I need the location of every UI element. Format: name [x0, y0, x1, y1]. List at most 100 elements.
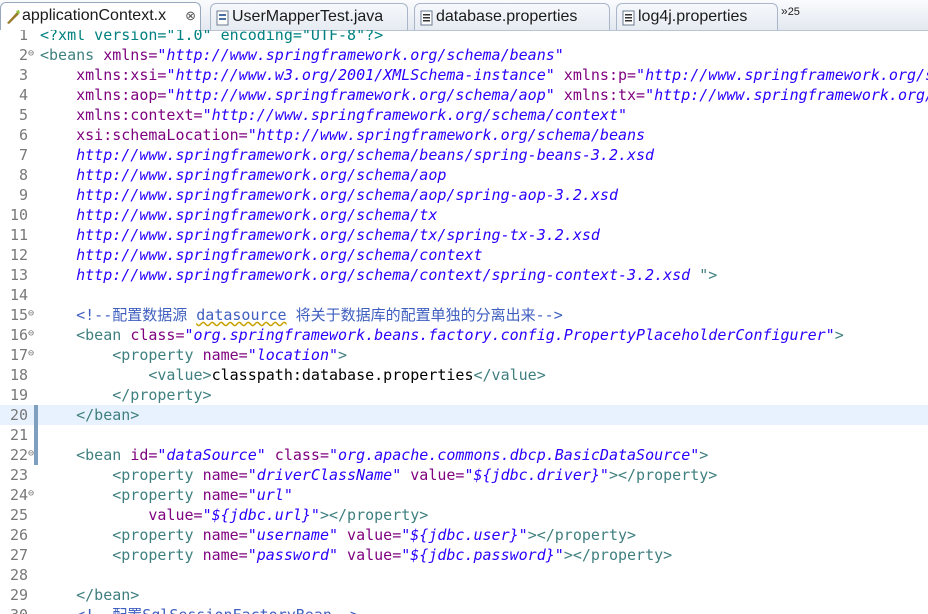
code-line[interactable]: 29 </bean>: [0, 585, 928, 605]
code-line[interactable]: 1 <?xml version="1.0" encoding="UTF-8"?>: [0, 30, 928, 45]
java-file-icon: [216, 10, 229, 26]
code-line[interactable]: 8 http://www.springframework.org/schema/…: [0, 165, 928, 185]
fold-collapse-icon[interactable]: ⊖: [28, 329, 34, 339]
code-token: http://www.springframework.org/schema/tx: [40, 206, 438, 224]
code-line[interactable]: 28: [0, 565, 928, 585]
code-line[interactable]: 6 xsi:schemaLocation="http://www.springf…: [0, 125, 928, 145]
code-line[interactable]: 14: [0, 285, 928, 305]
code-token: name=: [202, 346, 248, 364]
code-line[interactable]: 13 http://www.springframework.org/schema…: [0, 265, 928, 285]
code-line[interactable]: 16 ⊖ <bean class="org.springframework.bea…: [0, 325, 928, 345]
line-number: 3: [18, 66, 28, 84]
fold-collapse-icon[interactable]: ⊖: [28, 489, 34, 499]
hidden-tab-count: 25: [787, 6, 800, 18]
line-number: 26: [9, 526, 28, 544]
code-line[interactable]: 7 http://www.springframework.org/schema/…: [0, 145, 928, 165]
code-text: <?xml version="1.0" encoding="UTF-8"?>: [40, 30, 383, 45]
fold-collapse-icon[interactable]: ⊖: [28, 49, 34, 59]
code-line[interactable]: 26 <property name="username" value="${jd…: [0, 525, 928, 545]
tab-usermappertest[interactable]: UserMapperTest.java: [210, 3, 408, 30]
code-token: </property>: [40, 386, 212, 404]
code-token: >: [338, 346, 348, 364]
code-token: class=: [130, 326, 185, 344]
quick-diff-marker: [34, 425, 38, 445]
code-text: </bean>: [40, 585, 139, 605]
code-text: http://www.springframework.org/schema/co…: [40, 245, 483, 265]
tab-label: applicationContext.x: [22, 7, 167, 24]
code-token: http://www.springframework.org/schema/co…: [40, 246, 483, 264]
code-line[interactable]: 9 http://www.springframework.org/schema/…: [0, 185, 928, 205]
code-token: http://www.springframework.org/schema/be…: [40, 146, 655, 164]
code-token: xmlns:context=: [40, 106, 203, 124]
code-token: <property: [40, 546, 203, 564]
tab-label: log4j.properties: [638, 8, 748, 25]
code-line[interactable]: 5 xmlns:context="http://www.springframew…: [0, 105, 928, 125]
code-text: http://www.springframework.org/schema/ao…: [40, 165, 446, 185]
code-token: "username": [247, 526, 339, 544]
code-line[interactable]: 25 value="${jdbc.url}"></property>: [0, 505, 928, 525]
code-line[interactable]: 3 xmlns:xsi="http://www.w3.org/2001/XMLS…: [0, 65, 928, 85]
code-token: "url": [247, 486, 293, 504]
code-token: <property: [40, 526, 203, 544]
tab-database-properties[interactable]: database.properties: [414, 3, 610, 30]
code-line[interactable]: 27 <property name="password" value="${jd…: [0, 545, 928, 565]
code-token: http://www.springframework.org/schema/co…: [40, 266, 700, 284]
code-line[interactable]: 18 <value>classpath:database.properties<…: [0, 365, 928, 385]
code-line[interactable]: 20 </bean>: [0, 405, 928, 425]
line-number: 13: [9, 266, 28, 284]
tab-applicationcontext[interactable]: applicationContext.x ⊗: [0, 2, 201, 31]
line-number: 17: [9, 346, 28, 364]
line-number: 29: [9, 586, 28, 604]
code-text: <property name="driverClassName" value="…: [40, 465, 717, 485]
close-tab-icon[interactable]: ⊗: [185, 3, 196, 29]
code-line[interactable]: 10 http://www.springframework.org/schema…: [0, 205, 928, 225]
code-token: <beans: [40, 46, 104, 64]
code-line[interactable]: 19 </property>: [0, 385, 928, 405]
code-token: xmlns:aop=: [40, 86, 167, 104]
code-token: value=: [338, 546, 402, 564]
code-line[interactable]: 22 ⊖ <bean id="dataSource" class="org.apa…: [0, 445, 928, 465]
code-line[interactable]: 15 ⊖ <!--配置数据源 datasource 将关于数据库的配置单独的分离出…: [0, 305, 928, 325]
line-number: 25: [9, 506, 28, 524]
tab-log4j-properties[interactable]: log4j.properties: [616, 3, 778, 30]
code-line[interactable]: 17 ⊖ <property name="location">: [0, 345, 928, 365]
tab-overflow-button[interactable]: »25: [781, 4, 800, 18]
xml-file-icon: [7, 10, 20, 24]
code-text: </property>: [40, 385, 212, 405]
code-token: "location": [247, 346, 339, 364]
fold-collapse-icon[interactable]: ⊖: [28, 309, 34, 319]
line-number: 14: [9, 286, 28, 304]
properties-file-icon: [622, 10, 635, 26]
code-token: >: [699, 446, 709, 464]
code-line[interactable]: 4 xmlns:aop="http://www.springframework.…: [0, 85, 928, 105]
code-line[interactable]: 11 http://www.springframework.org/schema…: [0, 225, 928, 245]
line-number: 5: [18, 106, 28, 124]
code-line[interactable]: 23 <property name="driverClassName" valu…: [0, 465, 928, 485]
code-token: "http://www.springframework.org/schema/a…: [166, 86, 555, 104]
code-text: <property name="username" value="${jdbc.…: [40, 525, 636, 545]
properties-file-icon: [420, 10, 433, 26]
chevron-double-right-icon: »: [781, 4, 788, 18]
code-token: "http://www.springframework.org/schema/b…: [247, 126, 646, 144]
code-line[interactable]: 30 <!--配置SqlSessionFactoryBean-->: [0, 605, 928, 614]
code-token: name=: [202, 546, 248, 564]
code-token: xmlns=: [103, 46, 158, 64]
code-token: "org.apache.commons.dbcp.BasicDataSource…: [329, 446, 700, 464]
code-token: name=: [202, 526, 248, 544]
code-line[interactable]: 24 ⊖ <property name="url": [0, 485, 928, 505]
code-text: xmlns:aop="http://www.springframework.or…: [40, 85, 928, 105]
code-token: "${jdbc.password}": [401, 546, 564, 564]
quick-diff-marker: [34, 445, 38, 465]
code-token: <property: [40, 346, 203, 364]
code-line[interactable]: 12 http://www.springframework.org/schema…: [0, 245, 928, 265]
code-token: classpath:database.properties: [211, 366, 474, 384]
code-text: <beans xmlns="http://www.springframework…: [40, 45, 564, 65]
line-number: 20: [9, 406, 28, 424]
code-line[interactable]: 21: [0, 425, 928, 445]
code-token: <property: [40, 466, 203, 484]
code-token: </value>: [473, 366, 546, 384]
code-editor[interactable]: 1 <?xml version="1.0" encoding="UTF-8"?> 2…: [0, 30, 928, 614]
fold-collapse-icon[interactable]: ⊖: [28, 349, 34, 359]
code-line[interactable]: 2 ⊖ <beans xmlns="http://www.springframewo…: [0, 45, 928, 65]
code-token: ></property>: [608, 466, 718, 484]
